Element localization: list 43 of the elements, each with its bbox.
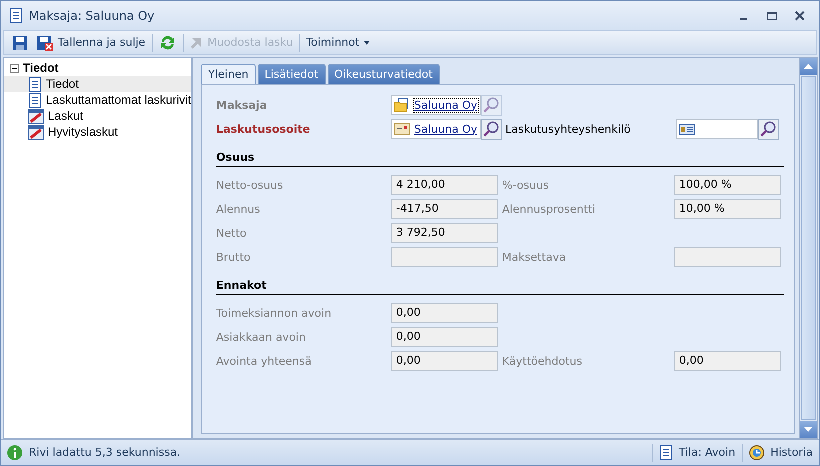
value-field[interactable]: 0,00	[391, 303, 498, 323]
value-field[interactable]: 4 210,00	[391, 175, 498, 195]
link-field[interactable]: Saluuna Oy	[391, 95, 480, 115]
history-link[interactable]: Historia	[770, 446, 813, 459]
window-title: Maksaja: Saluuna Oy	[29, 8, 156, 22]
section-heading: Osuus	[216, 147, 784, 167]
field-label: Avointa yhteensä	[216, 354, 313, 368]
tree-item[interactable]: Laskut	[4, 108, 192, 124]
field-label: Asiakkaan avoin	[216, 330, 307, 344]
field-label: Laskutusosoite	[216, 122, 312, 136]
field-label: Toimeksiannon avoin	[216, 306, 333, 320]
value-field[interactable]: -417,50	[391, 199, 498, 219]
value-field[interactable]: 0,00	[391, 351, 498, 371]
field-label: %-osuus	[501, 178, 550, 192]
payer-link[interactable]: Saluuna Oy	[414, 98, 478, 112]
tree-item[interactable]: Tiedot	[4, 76, 192, 92]
section-heading: Ennakot	[216, 275, 784, 295]
status-message: Rivi ladattu 5,3 sekunnissa.	[29, 446, 182, 459]
field-label: Netto	[216, 226, 248, 240]
save-and-close-button[interactable]: Tallenna ja sulje	[34, 32, 148, 52]
value-field[interactable]: 100,00 %	[674, 175, 782, 195]
tree-item[interactable]: Tiedot	[23, 61, 59, 75]
link-field[interactable]: Saluuna Oy	[391, 119, 480, 139]
value-field[interactable]: 10,00 %	[674, 199, 782, 219]
payer-link[interactable]: Saluuna Oy	[414, 122, 478, 136]
field-label: Käyttöehdotus	[501, 354, 584, 368]
value-field[interactable]: 0,00	[391, 327, 498, 347]
tab[interactable]: Yleinen	[201, 64, 256, 84]
field-label: Laskutusyhteyshenkilö	[504, 122, 632, 136]
value-field[interactable]: 3 792,50	[391, 223, 498, 243]
actions-menu-button[interactable]: Toiminnot	[304, 34, 372, 51]
field-label: Netto-osuus	[216, 178, 284, 192]
field-label: Alennus	[216, 202, 262, 216]
field-label: Brutto	[216, 250, 252, 264]
field-label: Alennusprosentti	[501, 202, 597, 216]
status-state: Tila: Avoin	[678, 446, 736, 459]
tab[interactable]: Oikeusturvatiedot	[328, 64, 440, 84]
value-field[interactable]: 0,00	[674, 351, 782, 371]
tree-item[interactable]: Laskuttamattomat laskurivit	[4, 92, 192, 108]
field-label: Maksaja	[216, 98, 268, 112]
field-label: Maksettava	[501, 250, 568, 264]
tab[interactable]: Lisätiedot	[258, 64, 326, 84]
tree-item[interactable]: Hyvityslaskut	[4, 124, 192, 140]
